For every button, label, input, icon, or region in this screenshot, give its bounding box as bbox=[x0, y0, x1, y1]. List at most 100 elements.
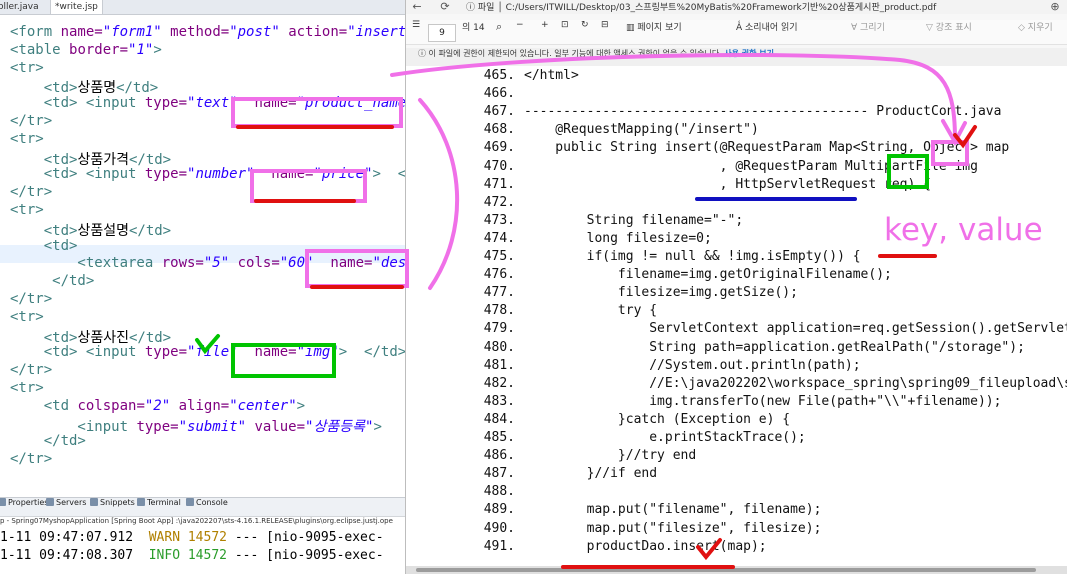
tab-terminal[interactable]: Terminal bbox=[137, 498, 181, 516]
code-token: > bbox=[153, 41, 162, 58]
book-icon: ▥ bbox=[626, 23, 638, 33]
address-url: C:/Users/ITWILL/Desktop/03_스프링부트%20MyBat… bbox=[505, 3, 937, 13]
pdf-code-line: 484. }catch (Exception e) { bbox=[406, 412, 1067, 430]
code-token: <td> bbox=[10, 329, 78, 346]
code-token: </td> bbox=[128, 222, 172, 239]
code-token: name= bbox=[237, 95, 297, 112]
code-line[interactable]: </tr> bbox=[10, 451, 52, 469]
tab-label: Terminal bbox=[147, 498, 181, 507]
code-line[interactable]: </tr> bbox=[10, 291, 52, 309]
scrollbar-thumb[interactable] bbox=[416, 568, 1036, 572]
code-token: "number" bbox=[187, 166, 255, 183]
terminal-icon bbox=[137, 498, 145, 506]
code-token: rows= bbox=[161, 255, 204, 272]
code-token: </td> bbox=[116, 80, 159, 97]
eraser-icon: ◇ bbox=[1018, 23, 1028, 33]
highlight-button[interactable]: ▽ 강조 표시 bbox=[926, 20, 972, 44]
search-icon[interactable]: ⌕ bbox=[496, 20, 502, 44]
code-line[interactable]: </td> bbox=[10, 273, 94, 291]
code-line[interactable]: <td>상품설명</td> bbox=[10, 220, 172, 239]
code-token: 상품사진 bbox=[77, 329, 129, 346]
code-line[interactable]: </tr> bbox=[10, 113, 52, 131]
back-icon[interactable]: ← bbox=[410, 0, 424, 14]
line-content: ServletContext application=req.getSessio… bbox=[649, 321, 1067, 337]
code-token: "post" bbox=[229, 24, 280, 40]
code-token: align= bbox=[170, 397, 230, 414]
line-content: filename=img.getOriginalFilename(); bbox=[524, 267, 892, 283]
code-line[interactable]: <tr> bbox=[10, 380, 44, 398]
code-token: <td> bbox=[10, 151, 78, 168]
code-line[interactable]: <td>상품가격</td> bbox=[10, 149, 171, 168]
snippets-icon bbox=[90, 498, 98, 506]
code-token: </td> bbox=[128, 329, 172, 346]
code-token: border= bbox=[69, 41, 129, 58]
line-number: 477. bbox=[483, 285, 515, 301]
code-line[interactable]: <td>상품명</td> bbox=[10, 77, 159, 97]
fit-icon[interactable]: ⊡ bbox=[561, 20, 569, 44]
code-token: <td> <input bbox=[10, 166, 145, 183]
zoom-icon[interactable]: ⊕ bbox=[1048, 0, 1062, 14]
code-line[interactable]: <textarea rows="5" cols="60" name="descr bbox=[10, 255, 405, 273]
page-view-button[interactable]: ▥ 페이지 보기 bbox=[626, 20, 682, 44]
line-content: , HttpServletRequest req) { bbox=[524, 176, 931, 192]
tab-snippets[interactable]: Snippets bbox=[90, 498, 135, 516]
code-token: type= bbox=[144, 344, 188, 361]
toc-icon[interactable]: ☰ bbox=[412, 20, 420, 44]
code-line[interactable]: <tr> bbox=[10, 131, 44, 149]
line-content: String filename="-"; bbox=[524, 212, 744, 228]
line-content: ----------------------------------------… bbox=[524, 104, 1002, 120]
log-level: INFO bbox=[148, 548, 181, 563]
fit-page-icon[interactable]: ⊟ bbox=[601, 20, 609, 44]
pdf-code-line: 476. filename=img.getOriginalFilename(); bbox=[406, 267, 1067, 285]
code-line[interactable]: <tr> bbox=[10, 202, 44, 220]
permission-message: ⓘ 이 파일에 권한이 제한되어 있습니다. 일부 기능에 대한 액세스 권한이… bbox=[418, 48, 774, 66]
line-number: 465. bbox=[483, 68, 515, 83]
horizontal-scrollbar[interactable] bbox=[406, 566, 1067, 574]
refresh-icon[interactable]: ⟳ bbox=[438, 0, 452, 14]
code-line[interactable]: <form name="form1" method="post" action=… bbox=[10, 24, 405, 42]
view-permissions-link[interactable]: 사용 권한 보기 bbox=[724, 49, 774, 58]
tab-write-jsp[interactable]: *write.jsp bbox=[50, 0, 103, 14]
code-line[interactable]: <td>상품사진</td> bbox=[10, 327, 172, 346]
code-line[interactable]: <input type="submit" value="상품등록"> bbox=[10, 416, 381, 435]
code-line[interactable]: <td colspan="2" align="center"> bbox=[10, 398, 305, 416]
page-number-input[interactable]: 9 bbox=[428, 24, 456, 42]
servers-icon bbox=[46, 498, 54, 506]
log-line: 1-11 09:47:07.912 WARN 14572 --- [nio-90… bbox=[0, 530, 384, 548]
code-line[interactable]: </tr> bbox=[10, 362, 52, 380]
pdf-code-line: 480. String path=application.getRealPath… bbox=[406, 340, 1067, 358]
tab-servers[interactable]: Servers bbox=[46, 498, 86, 516]
code-line[interactable]: <tr> bbox=[10, 309, 44, 327]
code-line[interactable]: <tr> bbox=[10, 60, 44, 78]
erase-button[interactable]: ◇ 지우기 bbox=[1018, 20, 1053, 44]
code-token: "60" bbox=[279, 255, 314, 272]
address-field[interactable]: ⓘ 파일 │ C:/Users/ITWILL/Desktop/03_스프링부트%… bbox=[466, 0, 936, 14]
pdf-code-line: 488. bbox=[406, 484, 1067, 502]
draw-button[interactable]: ∀ 그리기 bbox=[851, 20, 885, 44]
tab-controller-java[interactable]: oller.java bbox=[0, 0, 43, 14]
code-line[interactable]: </td> bbox=[10, 433, 86, 451]
zoom-in-icon[interactable]: + bbox=[541, 20, 549, 44]
code-token: </tr> bbox=[10, 362, 53, 379]
code-token: <form bbox=[10, 24, 61, 40]
line-content: if(img != null && !img.isEmpty()) { bbox=[524, 249, 861, 264]
code-token: name= bbox=[254, 166, 314, 183]
code-line[interactable]: <td> <input type="text" name="product_na… bbox=[10, 95, 405, 113]
code-line[interactable]: <td> <input type="number" name="price"> … bbox=[10, 166, 405, 184]
code-token: </td> bbox=[10, 273, 95, 290]
zoom-out-icon[interactable]: − bbox=[516, 20, 524, 44]
code-token: "insert bbox=[347, 24, 405, 40]
code-line[interactable]: <td> <input type="file" name="img"> </td… bbox=[10, 344, 405, 362]
tab-console[interactable]: Console bbox=[186, 498, 228, 516]
log-pid: 14572 bbox=[187, 530, 227, 545]
code-token: "descr bbox=[372, 255, 405, 272]
line-number: 482. bbox=[483, 375, 515, 391]
rotate-icon[interactable]: ↻ bbox=[581, 20, 589, 44]
tab-properties[interactable]: Properties bbox=[0, 498, 48, 516]
code-line[interactable]: <td> bbox=[10, 238, 78, 256]
code-line[interactable]: <table border="1"> bbox=[10, 42, 162, 60]
pdf-code-line: 477. filesize=img.getSize(); bbox=[406, 285, 1067, 303]
code-token: </tr> bbox=[10, 184, 53, 201]
code-line[interactable]: </tr> bbox=[10, 184, 52, 202]
read-aloud-button[interactable]: A͑ 소리내어 읽기 bbox=[736, 20, 798, 44]
